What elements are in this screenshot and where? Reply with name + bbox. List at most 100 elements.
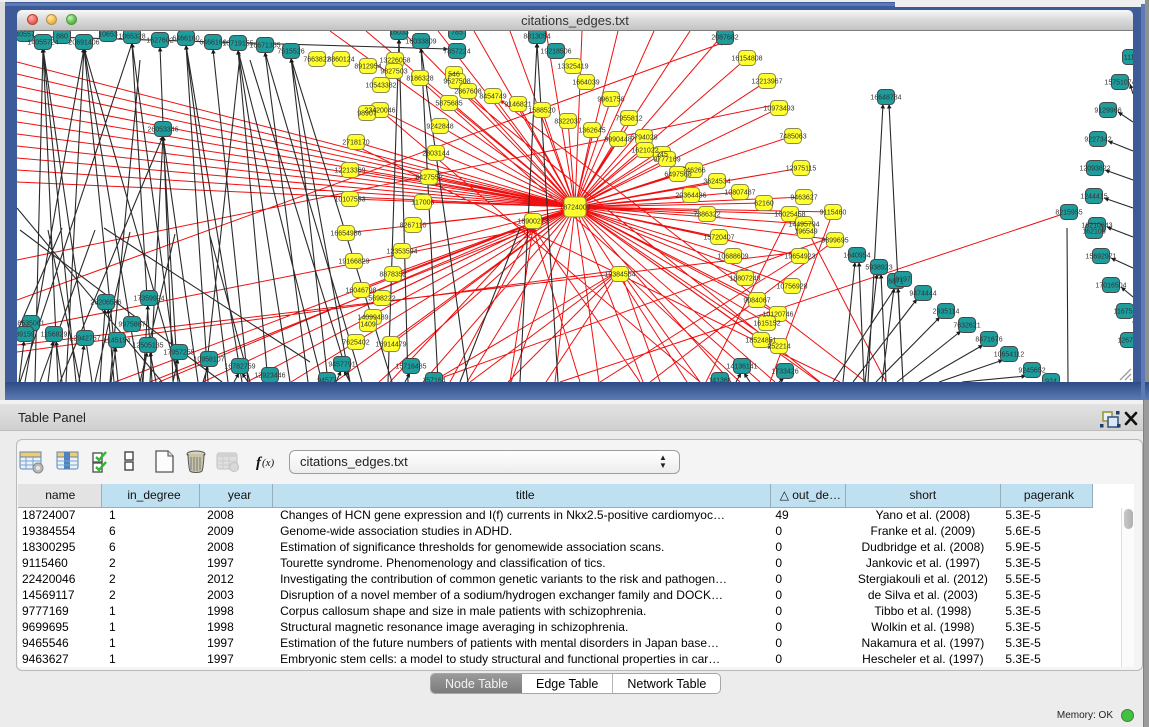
svg-text:16671355: 16671355 — [249, 42, 280, 49]
svg-text:10025458: 10025458 — [774, 211, 805, 218]
svg-text:40557: 40557 — [17, 31, 35, 38]
svg-text:2718170: 2718170 — [342, 139, 369, 146]
svg-text:20364436: 20364436 — [675, 192, 706, 199]
svg-text:5938923: 5938923 — [865, 264, 892, 271]
svg-text:1733426: 1733426 — [771, 368, 798, 375]
svg-text:9961758: 9961758 — [597, 96, 624, 103]
svg-text:9463627: 9463627 — [790, 194, 817, 201]
svg-text:39159: 39159 — [17, 331, 35, 338]
svg-text:10654112: 10654112 — [994, 351, 1025, 358]
svg-text:15751074: 15751074 — [1104, 79, 1133, 86]
svg-text:2087682: 2087682 — [711, 34, 738, 41]
svg-text:8186328: 8186328 — [406, 75, 433, 82]
svg-text:10958107: 10958107 — [193, 356, 224, 363]
svg-text:6497568: 6497568 — [664, 171, 691, 178]
svg-text:10653: 10653 — [98, 31, 118, 38]
svg-text:26053346: 26053346 — [147, 126, 178, 133]
svg-text:10543382: 10543382 — [365, 82, 396, 89]
svg-text:12942757: 12942757 — [69, 335, 100, 342]
svg-text:8267110: 8267110 — [400, 222, 427, 229]
svg-text:785: 785 — [451, 31, 463, 36]
svg-text:16046798: 16046798 — [345, 287, 376, 294]
svg-text:2803144: 2803144 — [422, 150, 449, 157]
svg-text:7485063: 7485063 — [779, 133, 806, 140]
svg-text:12213369: 12213369 — [334, 167, 365, 174]
svg-text:9899695: 9899695 — [821, 237, 848, 244]
svg-text:9129966: 9129966 — [1094, 107, 1121, 114]
svg-text:7632621: 7632621 — [953, 322, 980, 329]
svg-text:1145194: 1145194 — [104, 337, 131, 344]
svg-text:15692971: 15692971 — [1085, 253, 1116, 260]
svg-text:8535061: 8535061 — [17, 320, 44, 327]
svg-text:2935114: 2935114 — [933, 308, 960, 315]
svg-text:19384554: 19384554 — [604, 271, 635, 278]
svg-text:6794028: 6794028 — [630, 134, 657, 141]
svg-text:19218506: 19218506 — [540, 48, 571, 55]
svg-text:9197: 9197 — [895, 276, 911, 283]
svg-text:16782759: 16782759 — [224, 363, 255, 370]
svg-text:5698222: 5698222 — [368, 295, 395, 302]
svg-text:7955812: 7955812 — [615, 115, 642, 122]
svg-text:(x): (x) — [262, 457, 275, 469]
svg-text:9527508: 9527508 — [443, 78, 470, 85]
svg-text:1244415: 1244415 — [1080, 193, 1107, 200]
svg-text:546: 546 — [448, 71, 460, 78]
svg-text:12975115: 12975115 — [786, 165, 817, 172]
svg-text:117006: 117006 — [412, 199, 435, 206]
svg-text:126753: 126753 — [1117, 337, 1133, 344]
svg-text:1527602: 1527602 — [146, 37, 173, 44]
svg-text:20691406: 20691406 — [68, 39, 99, 46]
svg-text:19166829: 19166829 — [338, 258, 369, 265]
svg-text:9245652: 9245652 — [1018, 367, 1045, 374]
svg-text:8860124: 8860124 — [327, 56, 354, 63]
svg-text:9457791: 9457791 — [328, 361, 355, 368]
svg-text:1640954: 1640954 — [843, 252, 870, 259]
svg-text:7515526: 7515526 — [277, 48, 304, 55]
svg-text:1664039: 1664039 — [572, 79, 599, 86]
svg-text:18900273: 18900273 — [517, 218, 548, 225]
svg-text:14136141: 14136141 — [726, 363, 757, 370]
svg-text:7386322: 7386322 — [693, 211, 720, 218]
svg-text:1112: 1112 — [1124, 54, 1133, 61]
svg-text:2867608: 2867608 — [454, 88, 481, 95]
svg-text:17359924: 17359924 — [133, 295, 164, 302]
svg-text:8427552: 8427552 — [415, 174, 442, 181]
svg-text:1615152: 1615152 — [753, 320, 780, 327]
svg-text:9827503: 9827503 — [380, 68, 407, 75]
svg-text:1156829: 1156829 — [41, 331, 68, 338]
svg-text:1621022: 1621022 — [631, 147, 658, 154]
svg-text:10807487: 10807487 — [724, 189, 755, 196]
svg-text:8912954: 8912954 — [354, 63, 381, 70]
svg-text:18807249: 18807249 — [729, 275, 760, 282]
svg-text:12505135: 12505135 — [132, 342, 163, 349]
svg-text:12213967: 12213967 — [751, 78, 782, 85]
svg-text:10120746: 10120746 — [762, 311, 793, 318]
svg-text:15716485: 15716485 — [395, 363, 426, 370]
svg-text:9227342: 9227342 — [1084, 136, 1111, 143]
svg-text:8878352: 8878352 — [379, 271, 406, 278]
svg-text:10688609: 10688609 — [717, 253, 748, 260]
svg-text:14055724: 14055724 — [27, 39, 58, 46]
svg-text:13325419: 13325419 — [557, 63, 588, 70]
svg-text:1409: 1409 — [360, 321, 376, 328]
svg-text:10107553: 10107553 — [334, 196, 365, 203]
svg-text:8813054: 8813054 — [523, 33, 550, 40]
svg-text:9242848: 9242848 — [426, 123, 453, 130]
svg-text:98907: 98907 — [357, 110, 377, 117]
svg-text:1362645: 1362645 — [578, 127, 605, 134]
svg-text:16033809: 16033809 — [405, 38, 436, 45]
svg-text:12093822: 12093822 — [1079, 165, 1110, 172]
svg-text:9975867: 9975867 — [118, 321, 145, 328]
svg-text:162106: 162106 — [1082, 228, 1105, 235]
svg-text:252214: 252214 — [767, 343, 790, 350]
svg-text:8454749: 8454749 — [479, 93, 506, 100]
svg-text:3624534: 3624534 — [703, 178, 730, 185]
svg-text:9474444: 9474444 — [909, 290, 936, 297]
svg-text:62160: 62160 — [754, 200, 774, 207]
svg-text:12923446: 12923446 — [254, 372, 285, 379]
svg-text:14495794: 14495794 — [788, 221, 819, 228]
svg-text:8990448: 8990448 — [604, 136, 631, 143]
svg-text:16154808: 16154808 — [731, 55, 762, 62]
svg-text:13226058: 13226058 — [379, 57, 410, 64]
svg-text:15720407: 15720407 — [703, 234, 734, 241]
